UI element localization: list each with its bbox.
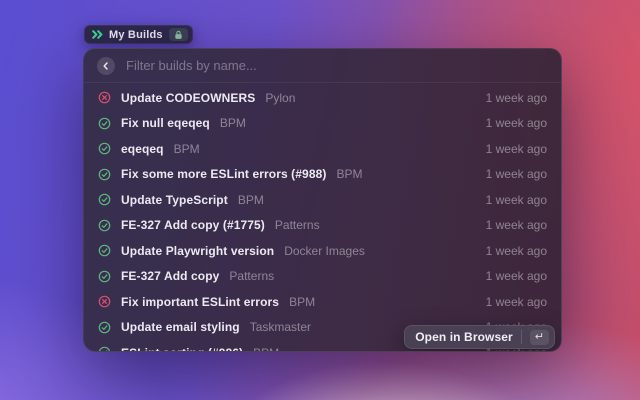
passed-status-icon [98, 321, 111, 334]
builds-window: Update CODEOWNERSPylon1 week agoFix null… [83, 48, 562, 352]
enter-key-icon: ↵ [530, 330, 549, 345]
build-row[interactable]: Update Playwright version Docker Images 1 … [84, 238, 561, 264]
build-row[interactable]: Fix null eqeqeq BPM 1 week ago [84, 111, 561, 137]
build-timestamp: 1 week ago [486, 116, 547, 130]
open-in-browser-label: Open in Browser [415, 330, 513, 344]
build-timestamp: 1 week ago [486, 269, 547, 283]
build-project: BPM [253, 346, 279, 352]
passed-status-icon [98, 244, 111, 257]
build-row[interactable]: Fix important ESLint errors BPM 1 week ago [84, 289, 561, 315]
build-timestamp: 1 week ago [486, 244, 547, 258]
passed-status-icon [98, 270, 111, 283]
open-in-browser-button[interactable]: Open in Browser ↵ [404, 325, 555, 349]
build-project: BPM [336, 167, 362, 181]
build-project: Patterns [275, 218, 320, 232]
divider [521, 330, 522, 344]
passed-status-icon [98, 219, 111, 232]
build-title: Update Playwright version [121, 244, 274, 258]
build-title: Fix important ESLint errors [121, 295, 279, 309]
build-project: Docker Images [284, 244, 365, 258]
build-title: FE-327 Add copy (#1775) [121, 218, 265, 232]
build-timestamp: 1 week ago [486, 193, 547, 207]
passed-status-icon [98, 142, 111, 155]
build-row[interactable]: Update TypeScript BPM 1 week ago [84, 187, 561, 213]
build-row[interactable]: Update CODEOWNERS Pylon 1 week ago [84, 85, 561, 111]
build-project: BPM [220, 116, 246, 130]
chevron-left-icon [102, 62, 110, 70]
build-project: Taskmaster [250, 320, 311, 334]
build-timestamp: 1 week ago [486, 218, 547, 232]
build-row[interactable]: FE-327 Add copy (#1775) Patterns 1 week ag… [84, 213, 561, 239]
build-project: BPM [238, 193, 264, 207]
back-button[interactable] [97, 57, 115, 75]
failed-status-icon [98, 91, 111, 104]
build-title: Fix null eqeqeq [121, 116, 210, 130]
buildkite-icon [92, 30, 103, 39]
build-project: Pylon [265, 91, 295, 105]
build-title: FE-327 Add copy [121, 269, 219, 283]
build-row[interactable]: FE-327 Add copy Patterns 1 week ago [84, 264, 561, 290]
passed-status-icon [98, 168, 111, 181]
chip-label: My Builds [109, 29, 163, 41]
passed-status-icon [98, 117, 111, 130]
build-project: BPM [289, 295, 315, 309]
build-title: ESLint sorting (#986) [121, 346, 243, 352]
my-builds-chip[interactable]: My Builds [84, 25, 193, 44]
failed-status-icon [98, 295, 111, 308]
build-title: Fix some more ESLint errors (#988) [121, 167, 326, 181]
build-row[interactable]: Fix some more ESLint errors (#988) BPM 1 w… [84, 162, 561, 188]
build-timestamp: 1 week ago [486, 142, 547, 156]
builds-list: Update CODEOWNERSPylon1 week agoFix null… [84, 83, 561, 352]
build-timestamp: 1 week ago [486, 91, 547, 105]
build-timestamp: 1 week ago [486, 295, 547, 309]
search-bar [84, 49, 561, 83]
build-row[interactable]: eqeqeq BPM 1 week ago [84, 136, 561, 162]
build-project: Patterns [229, 269, 274, 283]
build-timestamp: 1 week ago [486, 167, 547, 181]
passed-status-icon [98, 346, 111, 352]
build-title: Update email styling [121, 320, 240, 334]
build-project: BPM [174, 142, 200, 156]
passed-status-icon [98, 193, 111, 206]
search-input[interactable] [126, 58, 548, 73]
build-title: eqeqeq [121, 142, 164, 156]
build-title: Update TypeScript [121, 193, 228, 207]
lock-icon [169, 28, 188, 41]
build-title: Update CODEOWNERS [121, 91, 255, 105]
